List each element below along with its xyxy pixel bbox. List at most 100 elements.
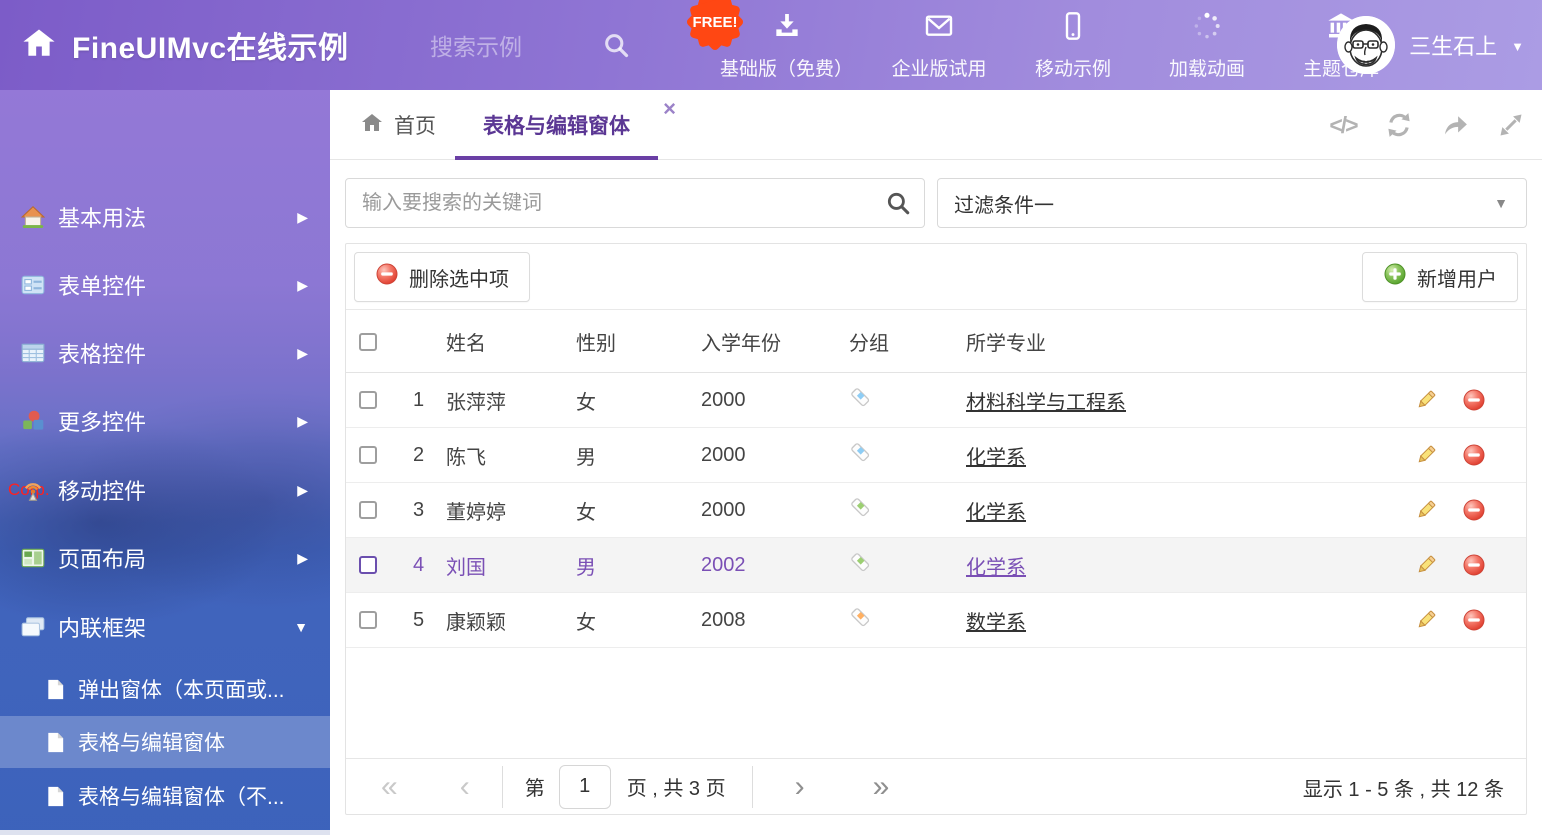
table-header: 姓名 性别 入学年份 分组 所学专业 bbox=[346, 311, 1526, 373]
sidebar-item-grid-controls[interactable]: 表格控件 ▶ bbox=[0, 331, 330, 375]
main-content: 首页 表格与编辑窗体 × </> bbox=[330, 90, 1542, 835]
major-link[interactable]: 化学系 bbox=[966, 557, 1026, 579]
sidebar-subitem-popup-window[interactable]: 弹出窗体（本页面或... bbox=[0, 667, 330, 711]
major-link[interactable]: 化学系 bbox=[966, 447, 1026, 469]
sidebar-item-page-layout[interactable]: 页面布局 ▶ bbox=[0, 536, 330, 580]
tag-icon bbox=[849, 606, 872, 635]
row-checkbox[interactable] bbox=[359, 391, 377, 409]
tag-icon bbox=[849, 441, 872, 470]
keyword-search-input[interactable] bbox=[362, 192, 872, 215]
close-icon[interactable]: × bbox=[663, 96, 676, 122]
major-link[interactable]: 化学系 bbox=[966, 502, 1026, 524]
sidebar-item-basic-usage[interactable]: 基本用法 ▶ bbox=[0, 195, 330, 239]
table-row[interactable]: 2 陈飞 男 2000 化学系 bbox=[346, 428, 1526, 483]
search-icon[interactable] bbox=[602, 31, 630, 64]
row-checkbox[interactable] bbox=[359, 501, 377, 519]
nav-enterprise-trial[interactable]: 企业版试用 bbox=[891, 10, 987, 81]
sidebar-item-more-controls[interactable]: 更多控件 ▶ bbox=[0, 399, 330, 443]
antenna-icon bbox=[20, 477, 46, 503]
major-link[interactable]: 材料科学与工程系 bbox=[966, 392, 1126, 414]
cell-gender: 女 bbox=[576, 606, 701, 635]
delete-icon[interactable] bbox=[1462, 443, 1486, 467]
view-source-icon[interactable]: </> bbox=[1326, 108, 1360, 142]
grid-panel: 删除选中项 新增用户 姓名 性别 入学年份 分组 所学专业 bbox=[345, 243, 1527, 815]
row-checkbox[interactable] bbox=[359, 556, 377, 574]
free-badge: FREE! bbox=[684, 0, 746, 49]
tag-icon bbox=[849, 386, 872, 415]
table-row[interactable]: 5 康颖颖 女 2008 数学系 bbox=[346, 593, 1526, 648]
edit-icon[interactable] bbox=[1414, 388, 1438, 412]
search-icon[interactable] bbox=[872, 179, 924, 227]
app-root: FineUIMvc在线示例 搜索示例 FREE! 基础版（免费） bbox=[0, 0, 1542, 835]
edit-icon[interactable] bbox=[1414, 443, 1438, 467]
cell-year: 2000 bbox=[701, 389, 849, 412]
delete-icon[interactable] bbox=[1462, 498, 1486, 522]
page-number-input[interactable] bbox=[559, 765, 611, 809]
download-icon bbox=[771, 10, 803, 47]
top-header: FineUIMvc在线示例 搜索示例 FREE! 基础版（免费） bbox=[0, 0, 1542, 90]
layout-icon bbox=[20, 545, 46, 571]
sidebar-item-form-controls[interactable]: 表单控件 ▶ bbox=[0, 263, 330, 307]
cell-gender: 女 bbox=[576, 386, 701, 415]
pagination-bar: « ‹ 第 页 , 共 3 页 › » 显示 1 - 5 条 , 共 12 条 bbox=[346, 758, 1526, 814]
cell-gender: 男 bbox=[576, 551, 701, 580]
last-page-button[interactable]: » bbox=[873, 770, 890, 804]
edit-icon[interactable] bbox=[1414, 498, 1438, 522]
tab-grid-edit-window[interactable]: 表格与编辑窗体 × bbox=[455, 90, 658, 160]
share-icon[interactable] bbox=[1438, 108, 1472, 142]
brand[interactable]: FineUIMvc在线示例 bbox=[22, 0, 349, 90]
avatar[interactable] bbox=[1337, 16, 1395, 74]
cell-gender: 男 bbox=[576, 441, 701, 470]
edit-icon[interactable] bbox=[1414, 553, 1438, 577]
next-page-button[interactable]: › bbox=[795, 770, 805, 804]
sidebar-item-mobile-controls[interactable]: 移动控件 Corp. ▶ bbox=[0, 468, 330, 512]
chevron-down-icon: ▼ bbox=[1494, 195, 1508, 211]
plus-circle-icon bbox=[1383, 262, 1407, 292]
user-name: 三生石上 bbox=[1409, 29, 1497, 61]
active-tab-underline bbox=[455, 156, 658, 160]
delete-icon[interactable] bbox=[1462, 553, 1486, 577]
user-menu[interactable]: 三生石上 ▼ bbox=[1337, 0, 1524, 90]
delete-selected-button[interactable]: 删除选中项 bbox=[354, 252, 530, 302]
first-page-button[interactable]: « bbox=[381, 770, 398, 804]
home-icon bbox=[360, 111, 384, 140]
edit-icon[interactable] bbox=[1414, 608, 1438, 632]
cubes-icon bbox=[20, 408, 46, 434]
row-number: 1 bbox=[391, 389, 446, 412]
table-row[interactable]: 3 董婷婷 女 2000 化学系 bbox=[346, 483, 1526, 538]
cell-name: 康颖颖 bbox=[446, 606, 576, 635]
cell-name: 张萍萍 bbox=[446, 386, 576, 415]
delete-icon[interactable] bbox=[1462, 388, 1486, 412]
add-user-button[interactable]: 新增用户 bbox=[1362, 252, 1518, 302]
row-checkbox[interactable] bbox=[359, 611, 377, 629]
nav-loading-anim[interactable]: 加载动画 bbox=[1159, 10, 1255, 81]
sidebar-subitem-grid-edit-window-2[interactable]: 表格与编辑窗体（不... bbox=[0, 774, 330, 818]
house-icon bbox=[20, 204, 46, 230]
expand-icon[interactable] bbox=[1494, 108, 1528, 142]
divider bbox=[502, 766, 503, 808]
refresh-icon[interactable] bbox=[1382, 108, 1416, 142]
table-row-selected[interactable]: 4 刘国 男 2002 化学系 bbox=[346, 538, 1526, 593]
table-row[interactable]: 1 张萍萍 女 2000 材料科学与工程系 bbox=[346, 373, 1526, 428]
filter-dropdown[interactable]: 过滤条件一 ▼ bbox=[937, 178, 1527, 228]
header-search[interactable]: 搜索示例 bbox=[430, 0, 640, 90]
filter-row: 过滤条件一 ▼ bbox=[330, 161, 1542, 243]
cell-year: 2008 bbox=[701, 609, 849, 632]
sidebar-subitem-grid-edit-window[interactable]: 表格与编辑窗体 bbox=[0, 720, 330, 764]
envelope-icon bbox=[923, 10, 955, 47]
sidebar-item-iframe[interactable]: 内联框架 ▼ bbox=[0, 605, 330, 649]
row-checkbox[interactable] bbox=[359, 446, 377, 464]
sidebar-bottom-strip bbox=[0, 830, 330, 835]
major-link[interactable]: 数学系 bbox=[966, 612, 1026, 634]
select-all-checkbox[interactable] bbox=[359, 333, 377, 351]
prev-page-button[interactable]: ‹ bbox=[460, 770, 470, 804]
tab-bar: 首页 表格与编辑窗体 × </> bbox=[330, 90, 1542, 160]
tab-home[interactable]: 首页 bbox=[360, 90, 436, 160]
delete-icon[interactable] bbox=[1462, 608, 1486, 632]
tag-icon bbox=[849, 551, 872, 580]
nav-mobile-demo[interactable]: 移动示例 bbox=[1025, 10, 1121, 81]
frames-icon bbox=[20, 614, 46, 640]
column-group: 分组 bbox=[849, 327, 966, 356]
column-major: 所学专业 bbox=[966, 327, 1414, 356]
row-number: 3 bbox=[391, 499, 446, 522]
